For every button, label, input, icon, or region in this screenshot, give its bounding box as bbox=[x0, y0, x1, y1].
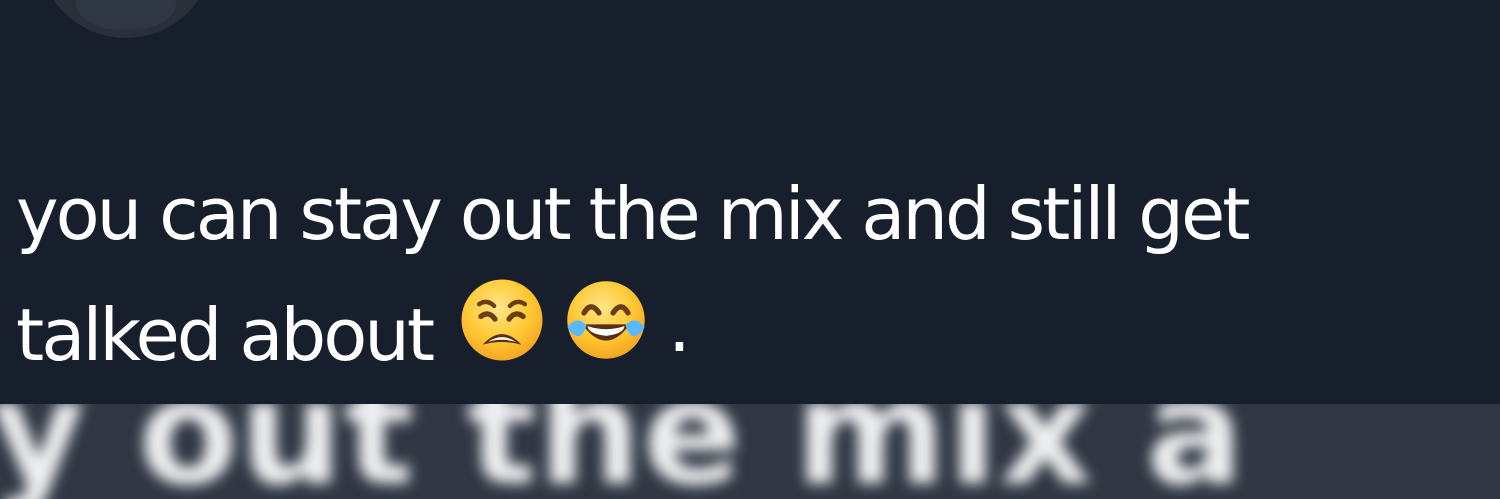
tears-of-joy-emoji-icon bbox=[567, 281, 645, 359]
blurred-preview-band: y out the mix a bbox=[0, 404, 1500, 499]
tweet-card: you can stay out the mix and still get t… bbox=[0, 0, 1500, 404]
tweet-ending-period: . bbox=[668, 284, 691, 368]
blurred-preview-text: y out the mix a bbox=[0, 404, 1246, 499]
tweet-line-1: you can stay out the mix and still get bbox=[16, 172, 1250, 256]
weary-face-emoji-icon bbox=[461, 279, 543, 361]
screenshot-frame: you can stay out the mix and still get t… bbox=[0, 0, 1500, 499]
user-avatar[interactable] bbox=[38, 0, 214, 38]
emoji-group: . bbox=[458, 276, 702, 376]
tweet-line-2: talked about . bbox=[16, 275, 1476, 396]
tweet-line-2-text: talked about bbox=[16, 293, 435, 377]
tweet-text: you can stay out the mix and still get t… bbox=[16, 154, 1476, 396]
